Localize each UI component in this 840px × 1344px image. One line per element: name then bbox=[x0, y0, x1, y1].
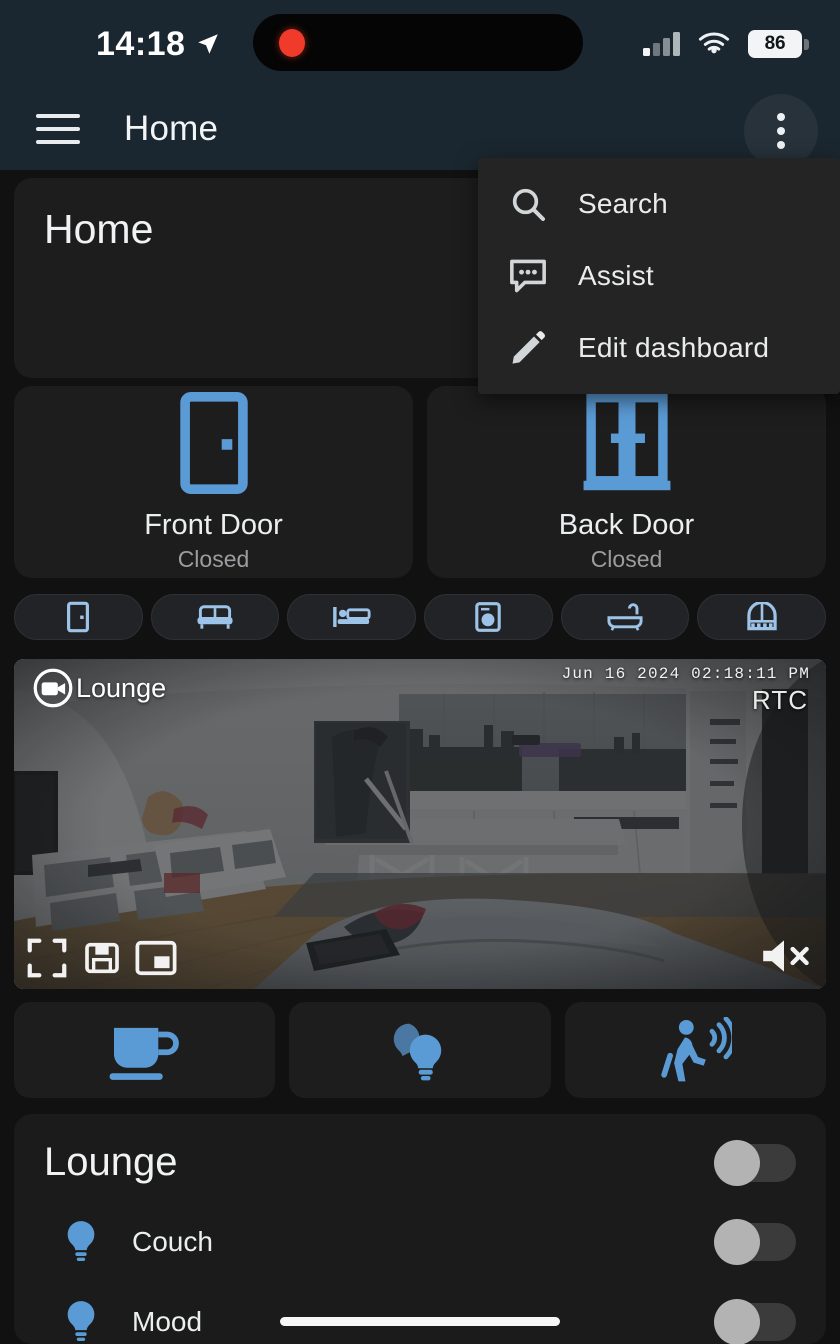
assist-chat-icon bbox=[478, 256, 578, 296]
chip-bed[interactable] bbox=[287, 594, 417, 640]
area-chips-row bbox=[14, 594, 827, 640]
lightbulb-icon bbox=[67, 1221, 95, 1261]
status-bar-left: 14:18 bbox=[96, 25, 221, 64]
camera-timestamp: Jun 16 2024 02:18:11 PM bbox=[561, 665, 810, 683]
status-bar: 14:18 86 bbox=[0, 0, 840, 88]
door-tile-name: Front Door bbox=[144, 509, 283, 541]
dynamic-island bbox=[253, 14, 583, 71]
action-button-lights[interactable] bbox=[289, 1002, 551, 1098]
pencil-edit-icon bbox=[478, 328, 578, 368]
door-double-icon bbox=[583, 392, 670, 491]
menu-item-edit-dashboard[interactable]: Edit dashboard bbox=[478, 312, 840, 384]
picture-in-picture-icon[interactable] bbox=[134, 938, 178, 978]
camera-mode-label: RTC bbox=[752, 685, 808, 715]
overflow-menu-icon[interactable] bbox=[744, 94, 818, 168]
action-button-motion[interactable] bbox=[564, 1002, 826, 1098]
fullscreen-icon[interactable] bbox=[24, 935, 70, 981]
lightbulb-icon-mood bbox=[44, 1299, 118, 1344]
door-tiles-row: Front Door Closed Back Door Closed bbox=[14, 386, 826, 578]
door-tile-state: Closed bbox=[177, 546, 250, 572]
lightbulbs-icon bbox=[393, 1023, 442, 1081]
menu-item-assist[interactable]: Assist bbox=[478, 240, 840, 312]
action-button-coffee[interactable] bbox=[14, 1002, 276, 1098]
door-tile-state: Closed bbox=[590, 546, 663, 572]
door-icon bbox=[67, 601, 90, 633]
cellular-signal-icon bbox=[643, 32, 680, 56]
menu-item-label: Assist bbox=[578, 260, 654, 291]
home-indicator[interactable] bbox=[280, 1317, 560, 1326]
washing-machine-icon bbox=[475, 602, 502, 632]
page-title: Home bbox=[124, 109, 219, 148]
chip-conservatory[interactable] bbox=[697, 594, 827, 640]
motion-sensor-icon bbox=[661, 1017, 733, 1082]
camera-label-text: Lounge bbox=[76, 672, 167, 703]
lightbulb-icon-couch bbox=[44, 1219, 118, 1265]
menu-item-label: Edit dashboard bbox=[578, 332, 770, 363]
chip-sofa[interactable] bbox=[150, 594, 280, 640]
snapshot-save-icon[interactable] bbox=[82, 938, 122, 978]
action-buttons-row bbox=[14, 1002, 826, 1098]
light-toggle-couch[interactable] bbox=[714, 1219, 796, 1265]
search-icon bbox=[478, 184, 578, 224]
coffee-cup-icon bbox=[109, 1027, 179, 1080]
camera-label: Lounge bbox=[32, 667, 166, 709]
bathtub-icon bbox=[607, 603, 643, 631]
wifi-icon bbox=[698, 32, 730, 54]
door-tile-back[interactable]: Back Door Closed bbox=[427, 386, 826, 578]
hamburger-menu-icon[interactable] bbox=[36, 114, 80, 144]
phone-screen: 14:18 86 Home Home Front Door Closed Bac… bbox=[0, 0, 840, 1344]
lightbulb-icon bbox=[67, 1301, 95, 1341]
lounge-master-toggle[interactable] bbox=[714, 1139, 796, 1186]
battery-level: 86 bbox=[764, 33, 786, 54]
light-row-couch[interactable]: Couch bbox=[44, 1219, 796, 1265]
bed-icon bbox=[332, 607, 371, 627]
door-tile-name: Back Door bbox=[558, 509, 695, 541]
recording-dot bbox=[279, 28, 305, 57]
status-bar-time: 14:18 bbox=[96, 24, 186, 63]
chip-door[interactable] bbox=[14, 594, 143, 640]
chip-bathtub[interactable] bbox=[560, 594, 690, 640]
lounge-card: Lounge Couch Mood bbox=[14, 1114, 826, 1344]
battery-indicator: 86 bbox=[748, 30, 809, 58]
door-tile-front[interactable]: Front Door Closed bbox=[14, 386, 413, 578]
lounge-header: Lounge bbox=[44, 1139, 796, 1186]
menu-item-search[interactable]: Search bbox=[478, 168, 840, 240]
chip-washing-machine[interactable] bbox=[424, 594, 553, 640]
camera-badge-icon bbox=[33, 668, 73, 708]
sofa-icon bbox=[197, 605, 233, 629]
status-bar-right: 86 bbox=[643, 0, 809, 88]
lounge-title: Lounge bbox=[44, 1140, 178, 1184]
speaker-muted-icon[interactable] bbox=[758, 935, 810, 977]
camera-controls bbox=[24, 935, 178, 981]
location-arrow-icon bbox=[198, 34, 219, 54]
overflow-dropdown-menu: Search Assist Edit dashboard bbox=[478, 158, 840, 394]
light-toggle-mood[interactable] bbox=[714, 1299, 796, 1344]
conservatory-window-icon bbox=[746, 602, 777, 631]
light-name: Couch bbox=[132, 1226, 213, 1257]
menu-item-label: Search bbox=[578, 188, 668, 219]
camera-feed-card[interactable]: Lounge Jun 16 2024 02:18:11 PM RTC bbox=[14, 659, 826, 989]
door-single-icon bbox=[179, 391, 248, 495]
